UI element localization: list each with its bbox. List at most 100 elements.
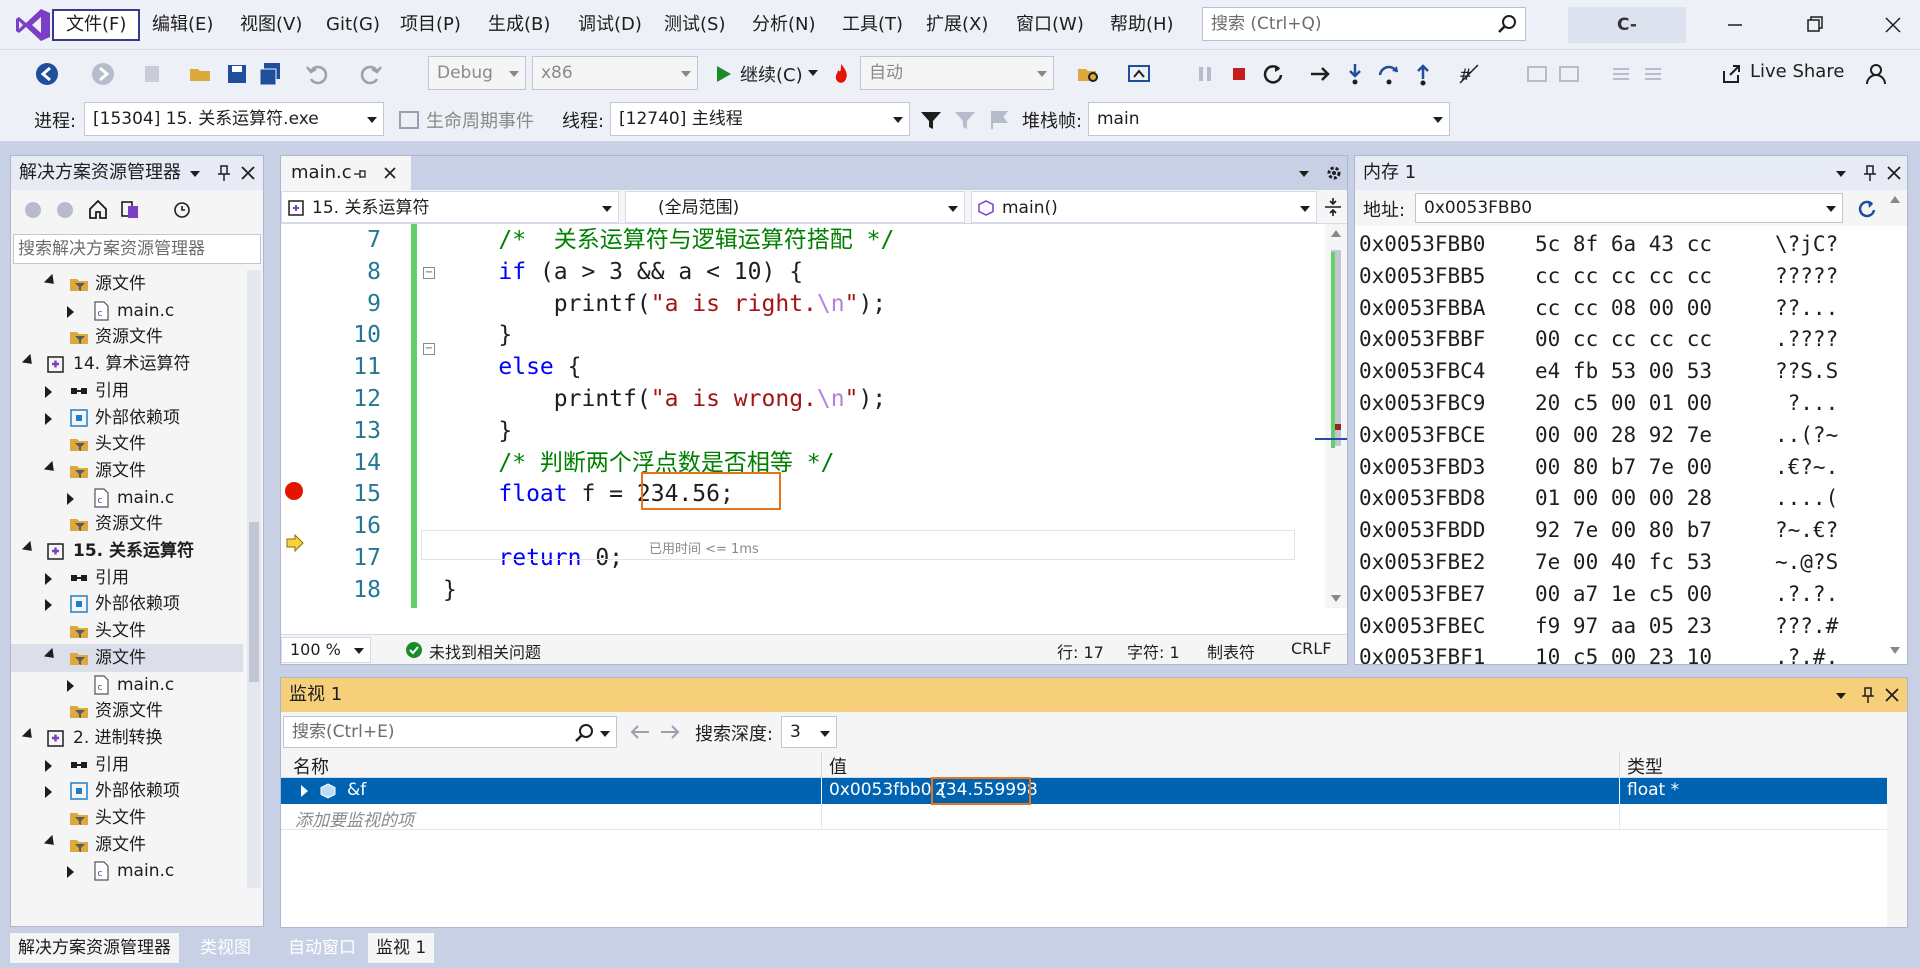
memory-row[interactable]: 0x0053FBC9 20 c5 00 01 00 ?... — [1355, 387, 1885, 419]
code-line[interactable]: 10 } — [281, 319, 1321, 351]
tree-item[interactable]: 头文件 — [11, 430, 243, 458]
collapsed-chevron-icon[interactable] — [45, 385, 52, 398]
folder-search-icon[interactable] — [1076, 61, 1102, 87]
memory-row[interactable]: 0x0053FBB0 5c 8f 6a 43 cc \?jC? — [1355, 228, 1885, 260]
nav-function-dropdown[interactable]: main() — [971, 191, 1317, 223]
solution-scrollbar-thumb[interactable] — [249, 522, 259, 682]
menu-item[interactable]: 调试(D) — [566, 9, 654, 41]
menu-item[interactable]: 生成(B) — [476, 9, 562, 41]
current-statement-arrow-icon[interactable] — [285, 534, 305, 552]
flag-threads-icon[interactable] — [986, 107, 1012, 133]
search-icon[interactable] — [574, 723, 594, 743]
tab-main-c[interactable]: main.c — [281, 156, 411, 190]
memory-row[interactable]: 0x0053FBEC f9 97 aa 05 23 ???.# — [1355, 610, 1885, 642]
minimize-icon[interactable] — [1722, 12, 1748, 38]
profile-badge[interactable]: C-supervisor — [1568, 7, 1686, 71]
step-out-icon[interactable] — [1410, 61, 1436, 87]
process-dropdown[interactable]: [15304] 15. 关系运算符.exe — [84, 102, 384, 136]
code-line[interactable]: 11 else { — [281, 351, 1321, 383]
char-indicator[interactable]: 字符: 1 — [1127, 639, 1180, 663]
search-depth-dropdown[interactable]: 3 — [781, 716, 837, 748]
column-header-name[interactable]: 名称 — [293, 753, 329, 779]
memory-row[interactable]: 0x0053FBBF 00 cc cc cc cc.???? — [1355, 323, 1885, 355]
thread-dropdown[interactable]: [12740] 主线程 — [610, 102, 910, 136]
tab-indicator[interactable]: 制表符 — [1207, 639, 1255, 663]
menu-item[interactable]: 窗口(W) — [1004, 9, 1096, 41]
collapsed-chevron-icon[interactable] — [45, 759, 52, 772]
step-into-icon[interactable] — [1342, 61, 1368, 87]
open-folder-icon[interactable] — [188, 61, 214, 87]
collapse-if-toggle[interactable]: − — [423, 267, 435, 279]
code-line[interactable]: 13 } — [281, 415, 1321, 447]
solution-search-input[interactable]: 搜索解决方案资源管理器 — [13, 234, 261, 264]
pin-icon[interactable] — [1859, 686, 1877, 704]
editor-vertical-scrollbar[interactable] — [1315, 224, 1347, 608]
memory-row[interactable]: 0x0053FBD3 00 80 b7 7e 00 .€?~. — [1355, 451, 1885, 483]
stack-frame-dropdown[interactable]: main — [1088, 102, 1450, 136]
memory-scroll-down-icon[interactable] — [1889, 646, 1901, 656]
platform-dropdown[interactable]: x86 — [532, 56, 698, 90]
stop-icon[interactable] — [1226, 61, 1252, 87]
bookmark-next-icon[interactable] — [1556, 61, 1582, 87]
undo-icon[interactable] — [304, 61, 330, 87]
tab-class-view[interactable]: 类视图 — [192, 933, 259, 963]
code-line[interactable]: 9 printf("a is right.\n"); — [281, 288, 1321, 320]
tree-item[interactable]: 源文件 — [11, 643, 243, 672]
tree-item[interactable]: 源文件 — [11, 457, 243, 485]
collapsed-chevron-icon[interactable] — [45, 786, 52, 799]
expanded-chevron-icon[interactable] — [21, 540, 37, 556]
expanded-chevron-icon[interactable] — [43, 834, 59, 849]
collapsed-chevron-icon[interactable] — [67, 305, 74, 318]
tree-item[interactable]: 头文件 — [11, 804, 243, 832]
filter-clear-icon[interactable] — [952, 107, 978, 133]
nav-project-dropdown[interactable]: 15. 关系运算符 — [281, 191, 619, 223]
restore-icon[interactable] — [1802, 12, 1828, 38]
tab-watch-1[interactable]: 监视 1 — [368, 933, 435, 963]
menu-item[interactable]: 文件(F) — [52, 9, 141, 41]
pin-icon[interactable] — [353, 168, 367, 180]
back-arrow-icon[interactable] — [34, 61, 60, 87]
memory-row[interactable]: 0x0053FBE7 00 a7 1e c5 00.?.?. — [1355, 578, 1885, 610]
tree-item[interactable]: 源文件 — [11, 831, 243, 859]
close-icon[interactable] — [239, 164, 257, 182]
lifecycle-events-icon[interactable] — [396, 107, 422, 133]
new-project-icon[interactable] — [140, 61, 166, 87]
add-watch-row[interactable]: 添加要监视的项 — [281, 804, 1887, 831]
search-next-icon[interactable] — [659, 722, 681, 742]
pending-changes-filter-icon[interactable] — [171, 198, 193, 220]
global-search-input[interactable]: 搜索 (Ctrl+Q) — [1202, 7, 1526, 41]
code-line[interactable]: 18} — [281, 574, 1321, 606]
tree-item[interactable]: 资源文件 — [11, 323, 243, 351]
memory-row[interactable]: 0x0053FBB5 cc cc cc cc cc????? — [1355, 260, 1885, 292]
menu-item[interactable]: 编辑(E) — [140, 9, 225, 41]
collapsed-chevron-icon[interactable] — [67, 679, 74, 692]
memory-row[interactable]: 0x0053FBD8 01 00 00 00 28 ....( — [1355, 482, 1885, 514]
menu-item[interactable]: 测试(S) — [652, 9, 737, 41]
memory-row[interactable]: 0x0053FBCE 00 00 28 92 7e ..(?~ — [1355, 419, 1885, 451]
tree-item[interactable]: 2. 进制转换 — [11, 724, 243, 752]
collapse-else-toggle[interactable]: − — [423, 343, 435, 355]
scroll-up-icon[interactable] — [1330, 228, 1342, 238]
close-window-icon[interactable] — [1880, 12, 1906, 38]
continue-button[interactable]: 继续(C) — [740, 61, 803, 87]
tree-item[interactable]: 源文件 — [11, 270, 243, 298]
memory-row[interactable]: 0x0053FBC4 e4 fb 53 00 53 ??S.S — [1355, 355, 1885, 387]
tab-solution-explorer[interactable]: 解决方案资源管理器 — [10, 933, 179, 963]
code-line[interactable]: 14 /* 判断两个浮点数是否相等 */ — [281, 447, 1321, 479]
line-indicator[interactable]: 行: 17 — [1057, 639, 1104, 663]
memory-row[interactable]: 0x0053FBF1 10 c5 00 23 10 .?.#. — [1355, 641, 1885, 664]
tab-autos[interactable]: 自动窗口 — [280, 933, 364, 963]
tree-item[interactable]: 引用 — [11, 564, 243, 592]
diagnostic-window-icon[interactable] — [1126, 61, 1152, 87]
tree-item[interactable]: 外部依赖项 — [11, 590, 243, 618]
zoom-dropdown[interactable]: 100 % — [281, 637, 371, 663]
menu-item[interactable]: 扩展(X) — [914, 9, 1000, 41]
show-next-statement-icon[interactable] — [1308, 61, 1334, 87]
eol-indicator[interactable]: CRLF — [1291, 639, 1331, 658]
collapsed-chevron-icon[interactable] — [45, 599, 52, 612]
code-line[interactable]: 8 if (a > 3 && a < 10) { — [281, 256, 1321, 288]
forward-arrow-icon[interactable] — [90, 61, 116, 87]
visual-studio-logo-icon[interactable] — [14, 7, 52, 43]
tree-item[interactable]: 引用 — [11, 377, 243, 405]
chevron-down-icon[interactable] — [1833, 166, 1849, 182]
